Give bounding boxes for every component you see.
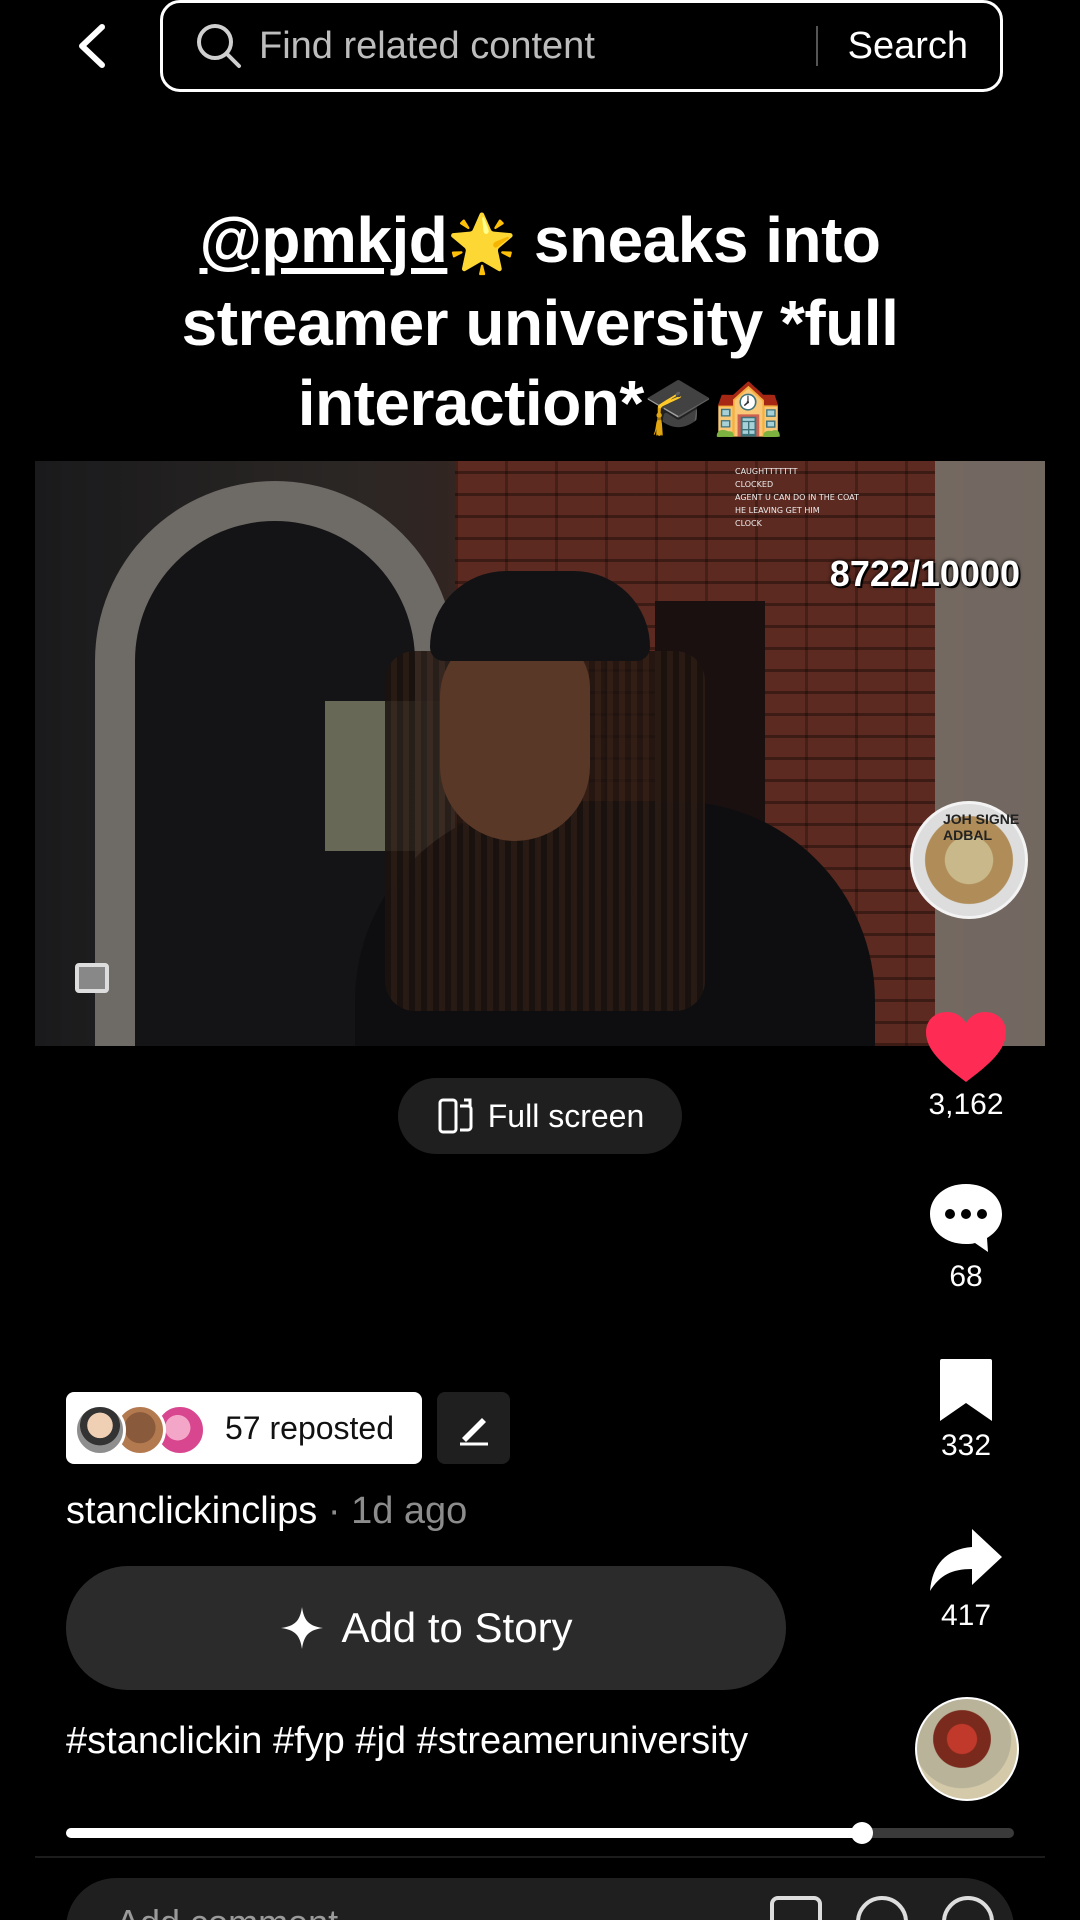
sparkle-icon bbox=[281, 1607, 324, 1649]
caption-emojis: 🎓🏫 bbox=[643, 374, 783, 437]
comment-placeholder: Add comment... bbox=[116, 1902, 368, 1920]
video-person-face bbox=[440, 631, 590, 841]
add-to-story-label: Add to Story bbox=[341, 1604, 573, 1651]
hashtags[interactable]: #stanclickin #fyp #jd #streameruniversit… bbox=[66, 1718, 766, 1764]
emoji-icon[interactable] bbox=[856, 1896, 908, 1920]
search-button[interactable]: Search bbox=[848, 25, 968, 68]
caption-mention[interactable]: @pmkjd bbox=[199, 204, 447, 276]
repost-chip[interactable]: 57 reposted bbox=[66, 1392, 422, 1464]
at-mention-icon[interactable] bbox=[942, 1896, 994, 1920]
divider bbox=[35, 1856, 1045, 1858]
post-time: · 1d ago bbox=[317, 1490, 468, 1532]
video-progress-bar[interactable] bbox=[66, 1822, 1014, 1844]
chevron-left-icon bbox=[79, 24, 105, 68]
share-count: 417 bbox=[940, 1599, 992, 1632]
video-scene-pillar bbox=[935, 461, 1045, 1046]
repost-avatars bbox=[74, 1398, 209, 1458]
pencil-icon bbox=[459, 1418, 488, 1446]
comment-button[interactable]: 68 bbox=[920, 1180, 1012, 1294]
avatar bbox=[74, 1404, 126, 1456]
video-person-cap bbox=[430, 571, 650, 661]
fullscreen-label: Full screen bbox=[487, 1097, 645, 1134]
stream-logo-icon bbox=[75, 963, 109, 993]
video-progress-fill bbox=[66, 1828, 863, 1838]
author-name[interactable]: stanclickinclips bbox=[66, 1490, 317, 1532]
add-to-story-button[interactable]: Add to Story bbox=[66, 1566, 786, 1690]
comment-input-bar[interactable]: Add comment... bbox=[66, 1878, 1014, 1920]
chat-line: CLOCK bbox=[735, 519, 762, 528]
fullscreen-icon bbox=[438, 1098, 473, 1134]
chat-line: HE LEAVING GET HIM bbox=[735, 506, 820, 515]
chat-line: CAUGHTTTTTTT bbox=[735, 467, 798, 476]
comment-bar-icons bbox=[770, 1896, 994, 1920]
sound-disc-label: JOH SIGNE ADBAL bbox=[943, 811, 1020, 843]
repost-count-label: 57 reposted bbox=[225, 1409, 395, 1446]
bookmark-count: 332 bbox=[940, 1429, 992, 1462]
video-progress-handle[interactable] bbox=[851, 1822, 874, 1844]
heart-icon bbox=[926, 1012, 1006, 1082]
video-player[interactable]: CAUGHTTTTTTT CLOCKED AGENT U CAN DO IN T… bbox=[35, 461, 1045, 1046]
back-button[interactable] bbox=[60, 14, 124, 78]
bookmark-icon bbox=[940, 1359, 992, 1421]
caption-mention-emoji: 🌟 bbox=[447, 211, 517, 274]
stream-counter: 8722/10000 bbox=[829, 553, 1020, 594]
bookmark-button[interactable]: 332 bbox=[920, 1355, 1012, 1463]
search-divider bbox=[815, 26, 818, 66]
stream-chat-overlay: CAUGHTTTTTTT CLOCKED AGENT U CAN DO IN T… bbox=[735, 465, 1025, 530]
chat-line: CLOCKED bbox=[735, 480, 774, 489]
comment-count: 68 bbox=[949, 1260, 983, 1293]
author-line: stanclickinclips · 1d ago bbox=[66, 1490, 467, 1533]
search-icon bbox=[197, 24, 241, 68]
like-button[interactable]: 3,162 bbox=[920, 1010, 1012, 1122]
edit-button[interactable] bbox=[437, 1392, 510, 1464]
fullscreen-button[interactable]: Full screen bbox=[398, 1078, 682, 1154]
search-box[interactable]: Search bbox=[160, 0, 1003, 92]
share-button[interactable]: 417 bbox=[920, 1525, 1012, 1633]
comment-icon bbox=[930, 1184, 1002, 1252]
image-icon[interactable] bbox=[770, 1896, 822, 1920]
video-detail-screen: Search @pmkjd🌟 sneaks into streamer univ… bbox=[0, 0, 1080, 1920]
sound-creator-avatar[interactable] bbox=[915, 1697, 1019, 1801]
chat-line: AGENT U CAN DO IN THE COAT bbox=[735, 493, 859, 502]
video-caption: @pmkjd🌟 sneaks into streamer university … bbox=[100, 200, 980, 446]
search-input[interactable] bbox=[259, 24, 816, 68]
share-arrow-icon bbox=[930, 1529, 1002, 1591]
like-count: 3,162 bbox=[928, 1088, 1004, 1121]
